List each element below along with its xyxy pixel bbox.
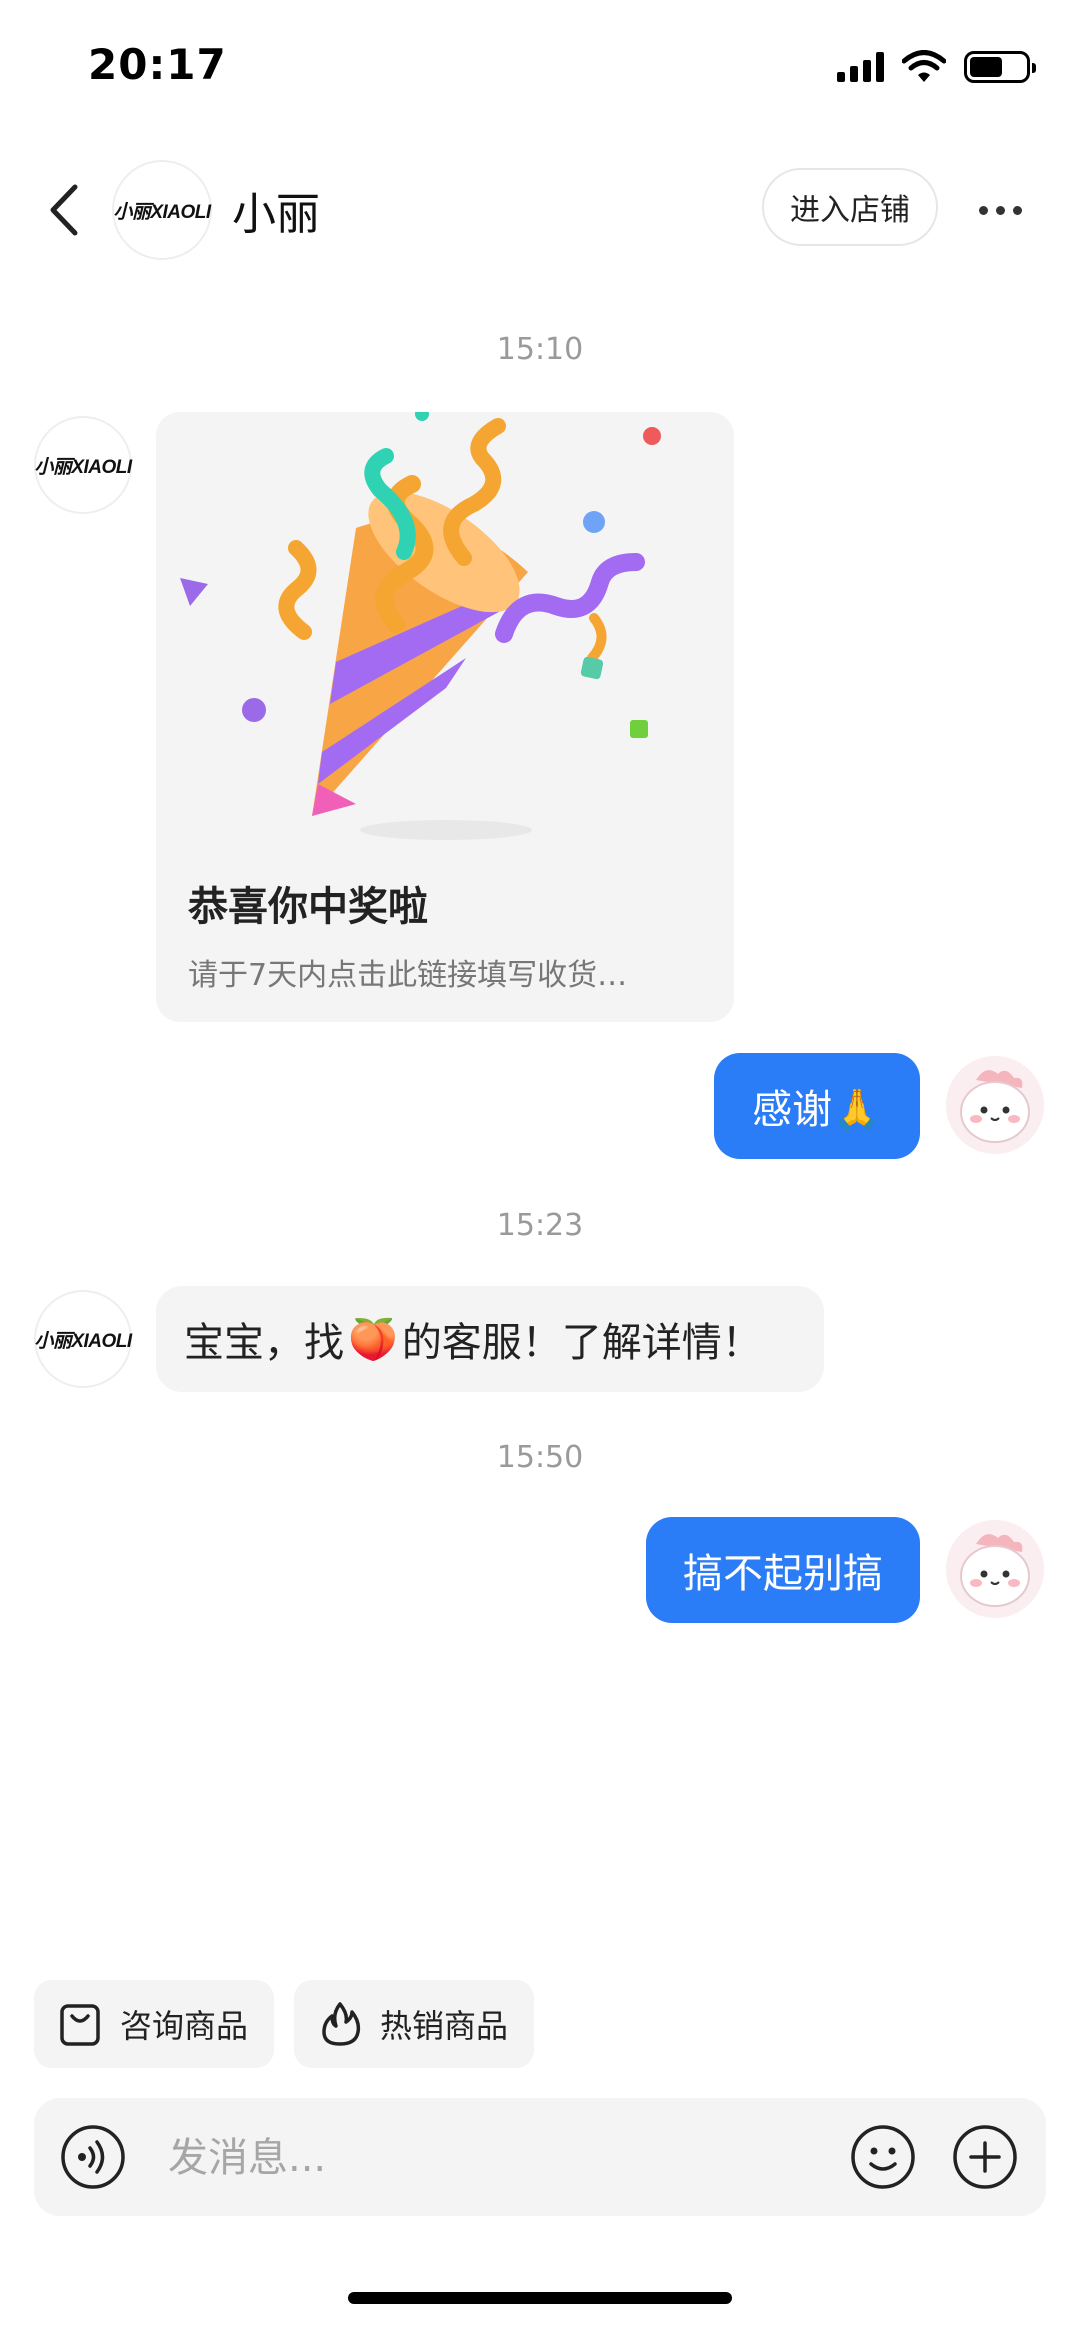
voice-icon[interactable] (60, 2124, 126, 2190)
outgoing-message[interactable]: 感谢🙏 (714, 1053, 920, 1159)
status-icons (837, 50, 1036, 84)
message-text: 感谢🙏 (752, 1087, 882, 1133)
user-avatar-image (946, 1520, 1044, 1618)
prize-card[interactable]: 恭喜你中奖啦 请于7天内点击此链接填写收货… (156, 412, 734, 1022)
quick-action-label: 热销商品 (380, 2007, 509, 2045)
card-title: 恭喜你中奖啦 (188, 884, 428, 930)
outgoing-message[interactable]: 搞不起别搞 (646, 1517, 920, 1623)
battery-icon (964, 51, 1036, 83)
more-dot (995, 205, 1005, 215)
card-description: 请于7天内点击此链接填写收货… (188, 958, 628, 993)
user-avatar[interactable] (946, 1520, 1044, 1618)
battery-level (970, 57, 1003, 77)
user-avatar[interactable] (946, 1056, 1044, 1154)
party-popper-illustration (180, 412, 661, 840)
user-avatar-image (946, 1056, 1044, 1154)
peach-emoji: 🍑 (348, 1316, 398, 1363)
shop-avatar[interactable]: 小丽XIAOLI (112, 160, 212, 260)
shop-logo-text: 小丽XIAOLI (34, 456, 132, 478)
shop-logo-text: 小丽XIAOLI (34, 1330, 132, 1352)
timestamp: 15:23 (496, 1208, 584, 1243)
chat-header: 小丽XIAOLI 小丽 进入店铺 (0, 150, 1080, 270)
hot-products-button[interactable]: 热销商品 (294, 1980, 535, 2068)
consult-product-button[interactable]: 咨询商品 (34, 1980, 275, 2068)
more-button[interactable] (968, 180, 1032, 240)
more-dot (1012, 205, 1022, 215)
signal-icon (837, 52, 884, 82)
enter-shop-button[interactable]: 进入店铺 (762, 168, 938, 246)
status-bar: 20:17 (0, 0, 1080, 140)
message-text: 宝宝，找 (184, 1320, 344, 1366)
back-button[interactable] (34, 175, 94, 245)
emoji-icon[interactable] (850, 2124, 916, 2190)
shop-avatar-small[interactable]: 小丽XIAOLI (34, 1290, 132, 1388)
flame-icon (322, 2002, 361, 2046)
more-dot (978, 205, 988, 215)
incoming-message[interactable]: 宝宝，找 🍑 的客服！了解详情！ (156, 1286, 824, 1392)
shop-logo-text: 小丽XIAOLI (113, 201, 211, 223)
quick-actions: 咨询商品 热销商品 (34, 1980, 535, 2068)
message-input-bar (34, 2098, 1046, 2216)
home-indicator (348, 2292, 732, 2304)
chevron-left-icon (50, 184, 78, 236)
contact-name: 小丽 (232, 189, 320, 240)
plus-icon[interactable] (952, 2124, 1018, 2190)
wifi-icon (902, 50, 946, 82)
shopping-bag-icon (60, 2004, 100, 2046)
message-text: 的客服！了解详情！ (401, 1320, 762, 1366)
quick-action-label: 咨询商品 (120, 2007, 249, 2045)
timestamp: 15:10 (496, 332, 584, 367)
status-time: 20:17 (88, 40, 227, 89)
shop-avatar-small[interactable]: 小丽XIAOLI (34, 416, 132, 514)
message-text: 搞不起别搞 (683, 1551, 883, 1597)
message-input[interactable] (168, 2128, 848, 2188)
timestamp: 15:50 (496, 1440, 584, 1475)
